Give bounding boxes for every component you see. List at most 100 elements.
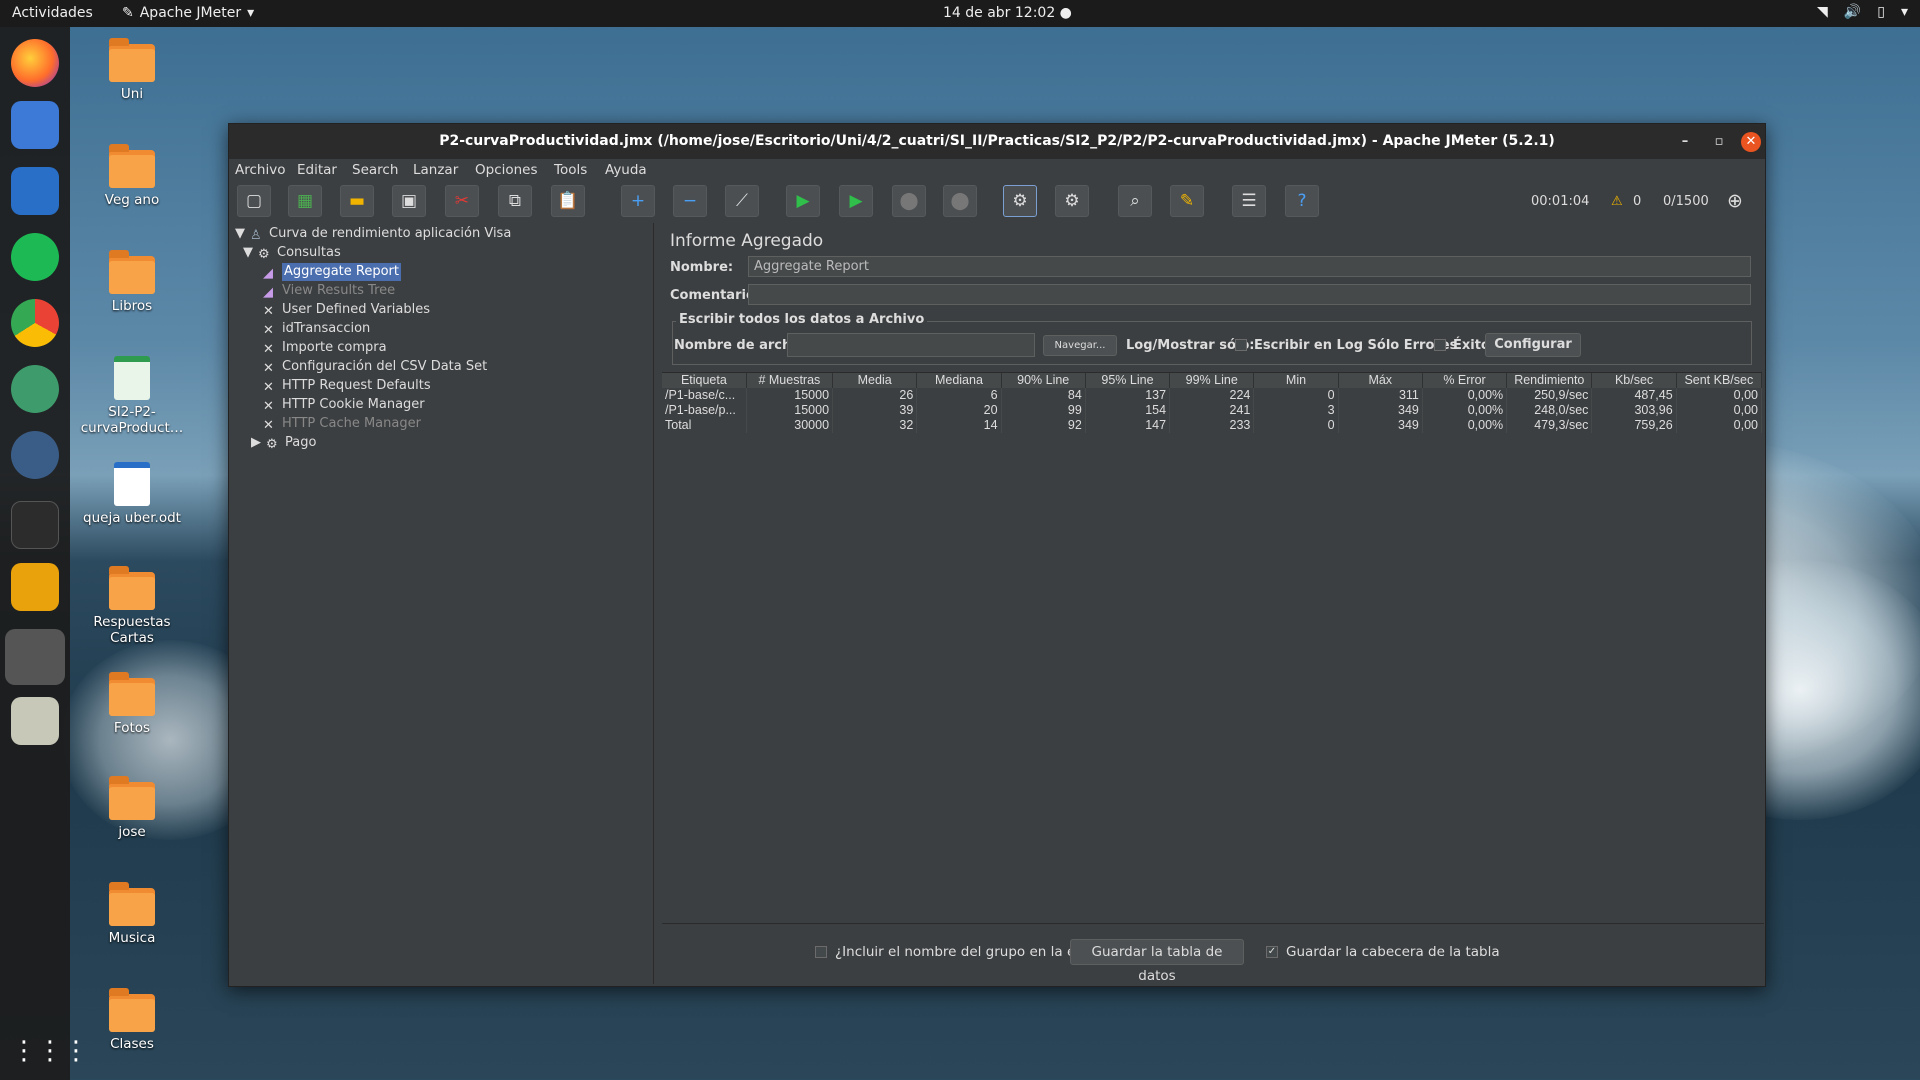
cut-icon[interactable]: ✂ xyxy=(445,185,479,217)
tree-node[interactable]: ▼ ⚙ Consultas xyxy=(243,244,341,262)
atom-icon[interactable] xyxy=(11,365,59,413)
minimize-button[interactable]: – xyxy=(1675,132,1695,152)
toggle-icon[interactable]: ⟋ xyxy=(725,185,759,217)
system-tray[interactable]: ◥ 🔊 ▯ ▾ xyxy=(1817,4,1908,20)
desktop-folder[interactable]: jose xyxy=(72,776,192,840)
collapse-arrow-icon[interactable]: ▼ xyxy=(243,244,253,262)
column-header[interactable]: # Muestras xyxy=(746,373,834,388)
menu-opciones[interactable]: Opciones xyxy=(475,162,538,178)
comments-field[interactable] xyxy=(748,284,1751,305)
open-icon[interactable]: ▬ xyxy=(340,185,374,217)
column-header[interactable]: Min xyxy=(1253,373,1339,388)
desktop-file[interactable]: SI2-P2- curvaProduct… xyxy=(72,356,192,436)
success-checkbox[interactable] xyxy=(1434,339,1446,351)
menu-lanzar[interactable]: Lanzar xyxy=(413,162,458,178)
firefox-icon[interactable] xyxy=(11,39,59,87)
menu-search[interactable]: Search xyxy=(352,162,398,178)
start-icon[interactable]: ▶ xyxy=(786,185,820,217)
remote-icon[interactable]: ⊕ xyxy=(1727,190,1743,212)
name-field[interactable]: Aggregate Report xyxy=(748,256,1751,277)
paste-icon[interactable]: 📋 xyxy=(551,185,585,217)
start-no-pauses-icon[interactable]: ▶ xyxy=(839,185,873,217)
warning-icon[interactable]: ⚠ xyxy=(1611,194,1623,209)
tree-node[interactable]: ◢ View Results Tree xyxy=(263,282,395,300)
menu-editar[interactable]: Editar xyxy=(297,162,337,178)
column-header[interactable]: Mediana xyxy=(916,373,1002,388)
menu-ayuda[interactable]: Ayuda xyxy=(605,162,647,178)
table-row[interactable]: /P1-base/c... 15000 26 6 84 137 224 0 31… xyxy=(662,388,1763,403)
save-icon[interactable]: ▣ xyxy=(392,185,426,217)
desktop-folder[interactable]: Libros xyxy=(72,250,192,314)
pane-splitter[interactable] xyxy=(653,223,662,984)
browse-button[interactable]: Navegar... xyxy=(1043,335,1117,356)
chrome-icon[interactable] xyxy=(11,299,59,347)
column-header[interactable]: Etiqueta xyxy=(662,373,747,388)
archive-icon[interactable] xyxy=(11,697,59,745)
configure-button[interactable]: Configurar xyxy=(1485,333,1581,357)
column-header[interactable]: Media xyxy=(832,373,918,388)
window-titlebar[interactable]: P2-curvaProductividad.jmx (/home/jose/Es… xyxy=(229,124,1765,159)
terminal-icon[interactable] xyxy=(11,501,59,549)
close-button[interactable]: ✕ xyxy=(1741,132,1761,152)
tree-node[interactable]: ✕ idTransaccion xyxy=(263,320,370,338)
tree-node[interactable]: ▶ ⚙ Pago xyxy=(251,434,316,452)
expand-icon[interactable]: + xyxy=(621,185,655,217)
column-header[interactable]: % Error xyxy=(1422,373,1508,388)
column-header[interactable]: Kb/sec xyxy=(1591,373,1677,388)
postgres-icon[interactable] xyxy=(11,431,59,479)
app-grid-icon[interactable]: ⋮⋮⋮ xyxy=(11,1027,89,1075)
jmeter-dock-icon[interactable] xyxy=(5,629,65,685)
filename-field[interactable] xyxy=(787,333,1035,357)
help-icon[interactable]: ? xyxy=(1285,185,1319,217)
menu-archivo[interactable]: Archivo xyxy=(235,162,285,178)
app-menu[interactable]: ✎ Apache JMeter ▾ xyxy=(122,5,254,21)
column-header[interactable]: 95% Line xyxy=(1085,373,1171,388)
table-row[interactable]: Total 30000 32 14 92 147 233 0 349 0,00%… xyxy=(662,418,1763,433)
errors-only-checkbox[interactable] xyxy=(1235,339,1247,351)
clear-all-icon[interactable]: ⚙ xyxy=(1055,185,1089,217)
tree-node[interactable]: ▼ ♙ Curva de rendimiento aplicación Visa xyxy=(235,225,511,243)
collapse-icon[interactable]: − xyxy=(673,185,707,217)
column-header[interactable]: Máx xyxy=(1338,373,1423,388)
templates-icon[interactable]: ▦ xyxy=(288,185,322,217)
stop-icon[interactable]: ⬤ xyxy=(892,185,926,217)
shutdown-icon[interactable]: ⬤ xyxy=(943,185,977,217)
expand-arrow-icon[interactable]: ▶ xyxy=(251,434,261,452)
column-header[interactable]: Rendimiento xyxy=(1506,373,1593,388)
desktop-file[interactable]: queja uber.odt xyxy=(72,462,192,526)
menu-tools[interactable]: Tools xyxy=(554,162,587,178)
clear-icon[interactable]: ⚙ xyxy=(1003,185,1037,217)
tree-node[interactable]: ✕ HTTP Request Defaults xyxy=(263,377,431,395)
tree-node[interactable]: ✕ User Defined Variables xyxy=(263,301,430,319)
column-header[interactable]: Sent KB/sec xyxy=(1676,373,1763,388)
reset-search-icon[interactable]: ✎ xyxy=(1170,185,1204,217)
copy-icon[interactable]: ⧉ xyxy=(498,185,532,217)
tree-node[interactable]: ✕ Configuración del CSV Data Set xyxy=(263,358,487,376)
tree-node[interactable]: ✕ Importe compra xyxy=(263,339,387,357)
search-icon[interactable]: ⌕ xyxy=(1118,185,1152,217)
save-header-checkbox[interactable]: ✓ xyxy=(1266,946,1278,958)
files-icon[interactable] xyxy=(11,101,59,149)
spotify-icon[interactable] xyxy=(11,233,59,281)
maximize-button[interactable]: ▫ xyxy=(1709,132,1729,152)
collapse-arrow-icon[interactable]: ▼ xyxy=(235,225,245,243)
function-helper-icon[interactable]: ☰ xyxy=(1232,185,1266,217)
network-icon[interactable] xyxy=(11,563,59,611)
tree-node[interactable]: ✕ HTTP Cookie Manager xyxy=(263,396,425,414)
activities-button[interactable]: Actividades xyxy=(12,5,93,21)
table-row[interactable]: /P1-base/p... 15000 39 20 99 154 241 3 3… xyxy=(662,403,1763,418)
column-header[interactable]: 90% Line xyxy=(1001,373,1086,388)
desktop-folder[interactable]: Fotos xyxy=(72,672,192,736)
new-icon[interactable]: ▢ xyxy=(237,185,271,217)
writer-icon[interactable] xyxy=(11,167,59,215)
desktop-folder[interactable]: Clases xyxy=(72,988,192,1052)
desktop-folder[interactable]: Veg ano xyxy=(72,144,192,208)
tree-node[interactable]: ◢ Aggregate Report xyxy=(263,263,401,281)
desktop-folder[interactable]: Musica xyxy=(72,882,192,946)
column-header[interactable]: 99% Line xyxy=(1169,373,1255,388)
desktop-folder[interactable]: Uni xyxy=(72,38,192,102)
desktop-folder[interactable]: Respuestas Cartas xyxy=(72,566,192,646)
include-group-checkbox[interactable] xyxy=(815,946,827,958)
tree-node[interactable]: ✕ HTTP Cache Manager xyxy=(263,415,421,433)
clock[interactable]: 14 de abr 12:02 ● xyxy=(943,5,1072,21)
